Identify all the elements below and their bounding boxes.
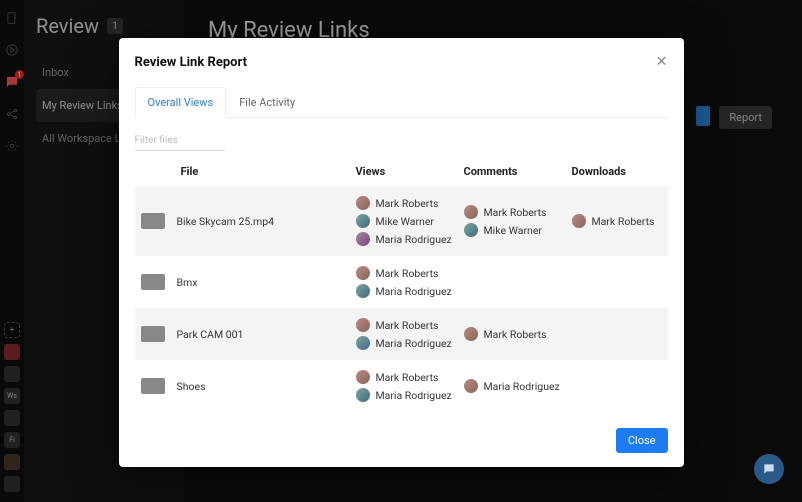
person: Mark Roberts <box>356 370 464 384</box>
people-list: Mark Roberts Mike Warner <box>464 205 572 237</box>
person: Mike Warner <box>356 214 464 228</box>
file-name: Shoes <box>177 380 206 393</box>
avatar <box>356 196 370 210</box>
col-header-comments: Comments <box>464 165 572 178</box>
avatar <box>356 266 370 280</box>
people-list: Mark Roberts Mike Warner Maria Rodriguez <box>356 196 464 246</box>
tab-file-activity[interactable]: File Activity <box>226 87 308 118</box>
avatar <box>464 379 478 393</box>
person: Mark Roberts <box>464 205 572 219</box>
person: Mark Roberts <box>356 318 464 332</box>
person-name: Mike Warner <box>376 215 434 228</box>
file-thumbnail <box>141 213 165 229</box>
avatar <box>464 327 478 341</box>
person: Maria Rodriguez <box>356 284 464 298</box>
people-list: Mark Roberts <box>464 327 572 341</box>
person-name: Mark Roberts <box>376 371 439 384</box>
person: Maria Rodriguez <box>356 336 464 350</box>
avatar <box>356 388 370 402</box>
close-icon[interactable]: ✕ <box>656 54 668 70</box>
person-name: Maria Rodriguez <box>376 285 452 298</box>
avatar <box>356 370 370 384</box>
table-row: Shoes Mark Roberts Maria Rodriguez Maria Ro… <box>135 360 668 412</box>
person: Mike Warner <box>464 223 572 237</box>
person: Mark Roberts <box>572 214 662 228</box>
person: Mark Roberts <box>356 266 464 280</box>
person-name: Mark Roberts <box>376 319 439 332</box>
dialog-title: Review Link Report <box>135 55 248 70</box>
avatar <box>464 205 478 219</box>
avatar <box>356 318 370 332</box>
person-name: Mark Roberts <box>592 215 655 228</box>
table-header: File Views Comments Downloads <box>135 157 668 186</box>
people-list: Mark Roberts Maria Rodriguez <box>356 370 464 402</box>
modal-overlay: Review Link Report ✕ Overall Views File … <box>0 0 802 502</box>
person: Maria Rodriguez <box>356 388 464 402</box>
file-name: Bike Skycam 25.mp4 <box>177 215 275 228</box>
avatar <box>572 214 586 228</box>
dialog-tabs: Overall Views File Activity <box>135 86 668 118</box>
avatar <box>356 214 370 228</box>
close-button[interactable]: Close <box>616 428 668 453</box>
person-name: Mark Roberts <box>484 206 547 219</box>
person-name: Mike Warner <box>484 224 542 237</box>
col-header-downloads: Downloads <box>572 165 662 178</box>
file-thumbnail <box>141 378 165 394</box>
table-row: Park CAM 001Mark RobertsMaria RodriguezM… <box>135 308 668 360</box>
person-name: Mark Roberts <box>376 197 439 210</box>
table-row: Bmx Mark Roberts Maria Rodriguez <box>135 256 668 308</box>
file-thumbnail <box>141 326 165 342</box>
avatar <box>356 232 370 246</box>
person: Mark Roberts <box>356 196 464 210</box>
person: Maria Rodriguez <box>356 232 464 246</box>
person-name: Maria Rodriguez <box>376 337 452 350</box>
people-list: Maria Rodriguez <box>464 379 572 393</box>
people-list: Mark Roberts <box>572 214 662 228</box>
file-name: Park CAM 001 <box>177 328 244 341</box>
file-name: Bmx <box>177 276 198 289</box>
person: Mark Roberts <box>464 327 572 341</box>
table-row: Bike Skycam 25.mp4 Mark Roberts Mike Warne… <box>135 186 668 256</box>
table-body: Bike Skycam 25.mp4 Mark Roberts Mike Warne… <box>135 186 668 412</box>
person-name: Maria Rodriguez <box>376 233 452 246</box>
col-header-file: File <box>141 165 356 178</box>
avatar <box>356 284 370 298</box>
avatar <box>356 336 370 350</box>
people-list: Mark Roberts Maria Rodriguez <box>356 318 464 350</box>
person-name: Mark Roberts <box>376 267 439 280</box>
person: Maria Rodriguez <box>464 379 572 393</box>
col-header-views: Views <box>356 165 464 178</box>
person-name: Mark Roberts <box>484 328 547 341</box>
tab-overall-views[interactable]: Overall Views <box>135 87 227 118</box>
file-thumbnail <box>141 274 165 290</box>
review-link-report-dialog: Review Link Report ✕ Overall Views File … <box>119 38 684 467</box>
chat-bubble-icon[interactable] <box>754 454 784 484</box>
person-name: Maria Rodriguez <box>484 380 560 393</box>
person-name: Maria Rodriguez <box>376 389 452 402</box>
people-list: Mark Roberts Maria Rodriguez <box>356 266 464 298</box>
avatar <box>464 223 478 237</box>
filter-files-input[interactable] <box>135 131 225 151</box>
